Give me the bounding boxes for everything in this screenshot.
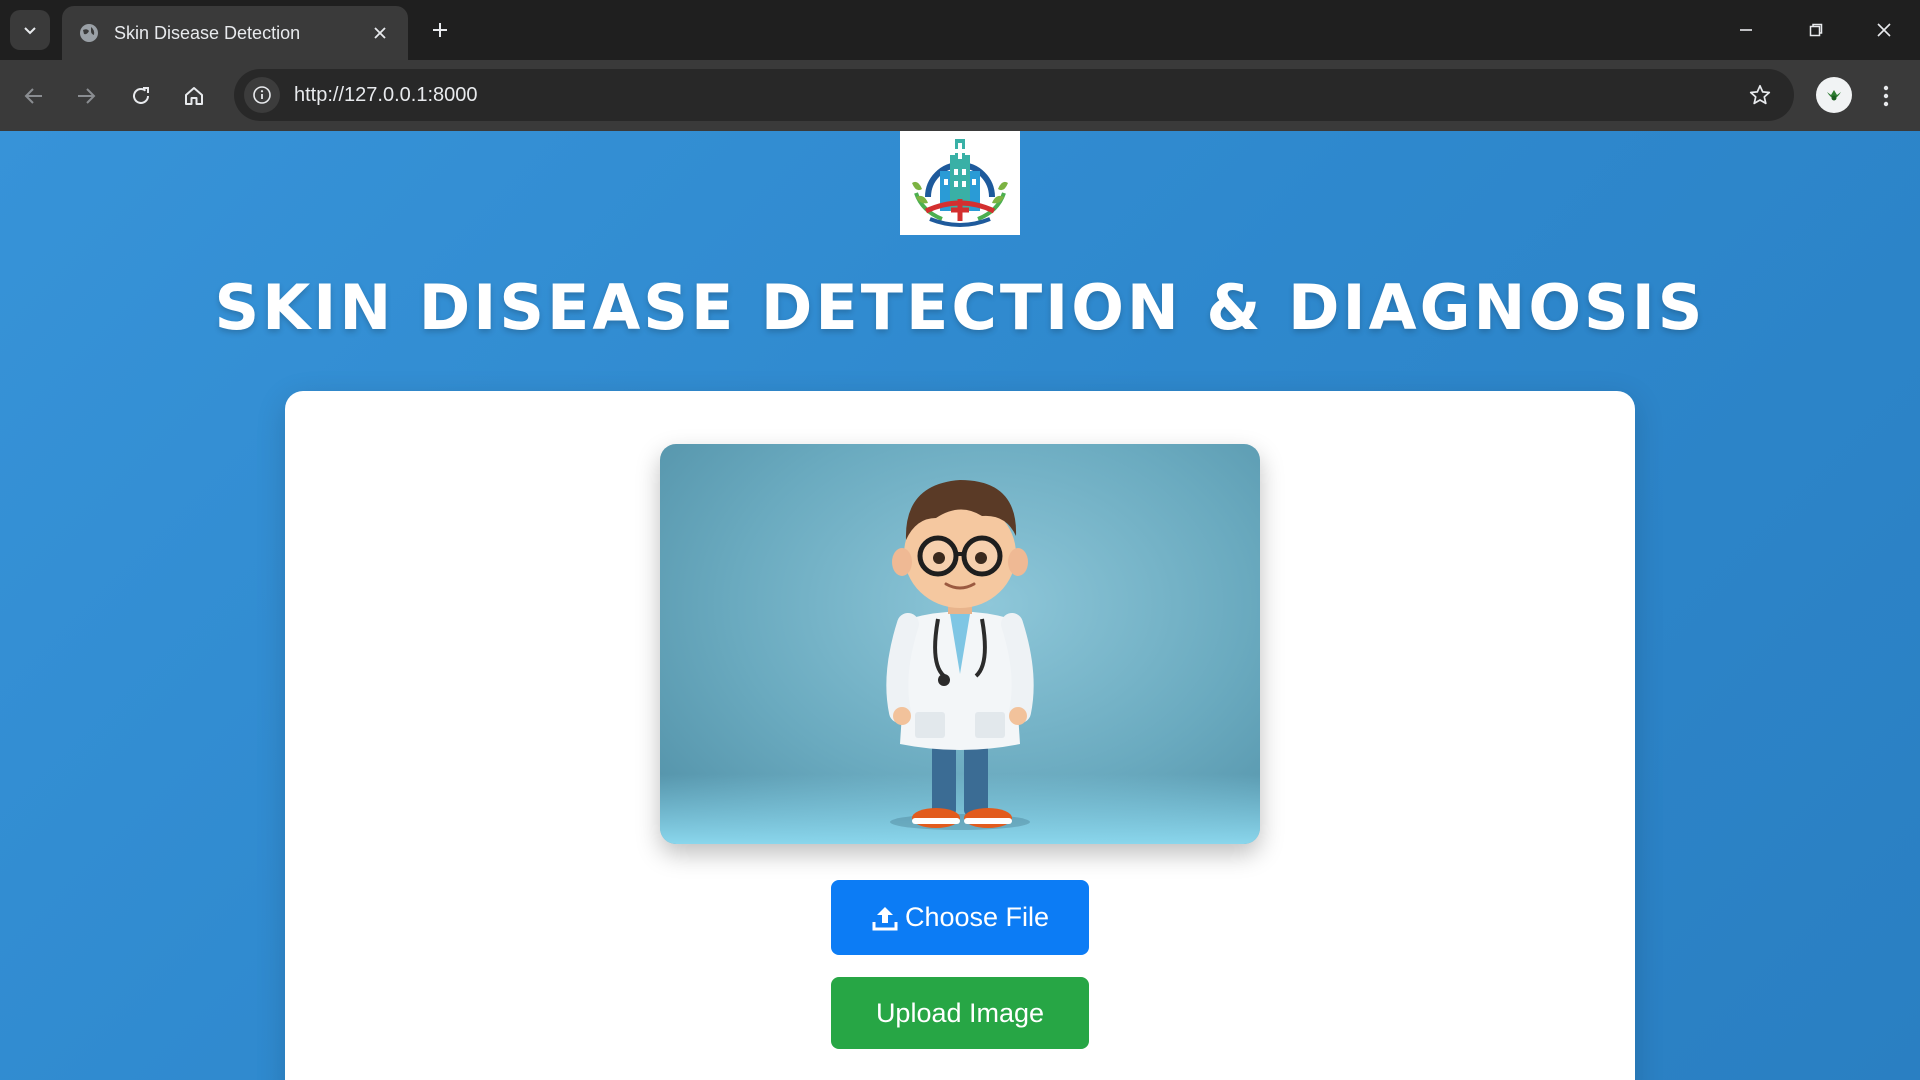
browser-menu-button[interactable] [1868, 76, 1904, 116]
page-viewport: SKIN DISEASE DETECTION & DIAGNOSIS Choos… [0, 131, 1920, 1080]
tab-title: Skin Disease Detection [114, 22, 301, 43]
page-title: SKIN DISEASE DETECTION & DIAGNOSIS [214, 271, 1706, 344]
url-text[interactable]: http://127.0.0.1:8000 [294, 84, 1740, 107]
globe-icon [78, 22, 100, 44]
reload-button[interactable] [121, 76, 161, 116]
upload-image-button[interactable]: Upload Image [831, 977, 1089, 1049]
restore-button[interactable] [1794, 8, 1838, 52]
more-vert-icon [1883, 85, 1889, 107]
tab-search-button[interactable] [10, 10, 50, 50]
close-icon[interactable] [368, 21, 392, 45]
reload-icon [133, 87, 149, 104]
star-icon[interactable] [1740, 75, 1780, 115]
browser-toolbar: http://127.0.0.1:8000 [0, 60, 1920, 131]
browser-tab-strip: Skin Disease Detection [0, 0, 1920, 60]
cartoon-doctor-illustration [660, 444, 1260, 844]
close-icon [1877, 23, 1891, 37]
browser-tab[interactable]: Skin Disease Detection [62, 6, 408, 60]
address-bar[interactable]: http://127.0.0.1:8000 [234, 69, 1794, 121]
forward-button[interactable] [66, 76, 106, 116]
window-close-button[interactable] [1862, 8, 1906, 52]
new-tab-button[interactable] [422, 12, 458, 48]
home-button[interactable] [174, 76, 214, 116]
minimize-icon [1740, 29, 1752, 31]
info-icon[interactable] [244, 77, 280, 113]
restore-icon [1809, 23, 1823, 37]
profile-avatar[interactable] [1816, 77, 1852, 113]
chevron-down-icon [24, 27, 36, 35]
plus-icon [433, 23, 447, 37]
minimize-button[interactable] [1724, 8, 1768, 52]
back-button[interactable] [14, 76, 54, 116]
back-arrow-icon [24, 88, 42, 104]
upload-icon [871, 904, 899, 932]
upload-image-label: Upload Image [875, 997, 1045, 1028]
upload-card: Choose File Upload Image [285, 391, 1635, 1080]
forward-arrow-icon [78, 88, 96, 104]
choose-file-label: Choose File [904, 902, 1050, 932]
home-icon [185, 87, 203, 105]
choose-file-button[interactable]: Choose File [831, 880, 1089, 955]
hospital-logo [900, 131, 1020, 235]
